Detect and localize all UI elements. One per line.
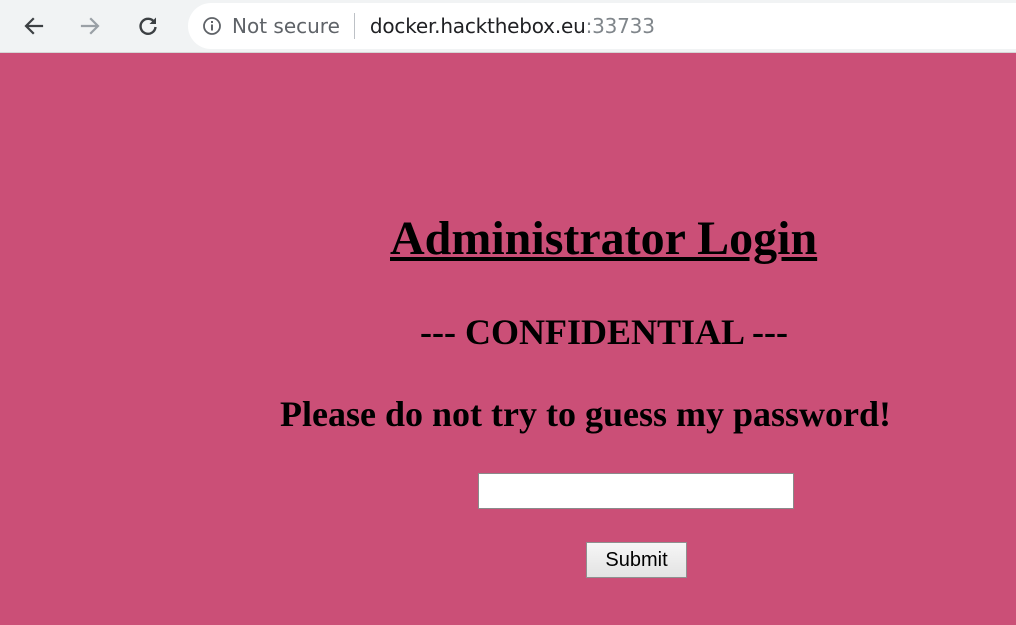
back-button[interactable] (16, 8, 52, 44)
address-bar[interactable]: Not secure docker.hackthebox.eu:33733 (188, 3, 1016, 49)
password-warning: Please do not try to guess my password! (280, 394, 891, 434)
url-text[interactable]: docker.hackthebox.eu:33733 (370, 14, 655, 38)
page-body: Administrator Login --- CONFIDENTIAL ---… (0, 53, 1016, 625)
arrow-left-icon (22, 14, 46, 38)
confidential-heading: --- CONFIDENTIAL --- (420, 312, 788, 352)
url-host: docker.hackthebox.eu (369, 14, 586, 38)
info-icon[interactable] (202, 16, 222, 36)
page-title: Administrator Login (390, 212, 818, 265)
arrow-right-icon (78, 14, 102, 38)
reload-button[interactable] (130, 8, 166, 44)
forward-button[interactable] (72, 8, 108, 44)
url-port: :33733 (585, 14, 655, 38)
password-input[interactable] (478, 473, 794, 509)
submit-button[interactable]: Submit (586, 542, 687, 578)
omnibox-divider (353, 13, 355, 39)
browser-toolbar: Not secure docker.hackthebox.eu:33733 (0, 0, 1016, 53)
reload-icon (136, 14, 160, 38)
security-status-label[interactable]: Not secure (232, 14, 340, 38)
